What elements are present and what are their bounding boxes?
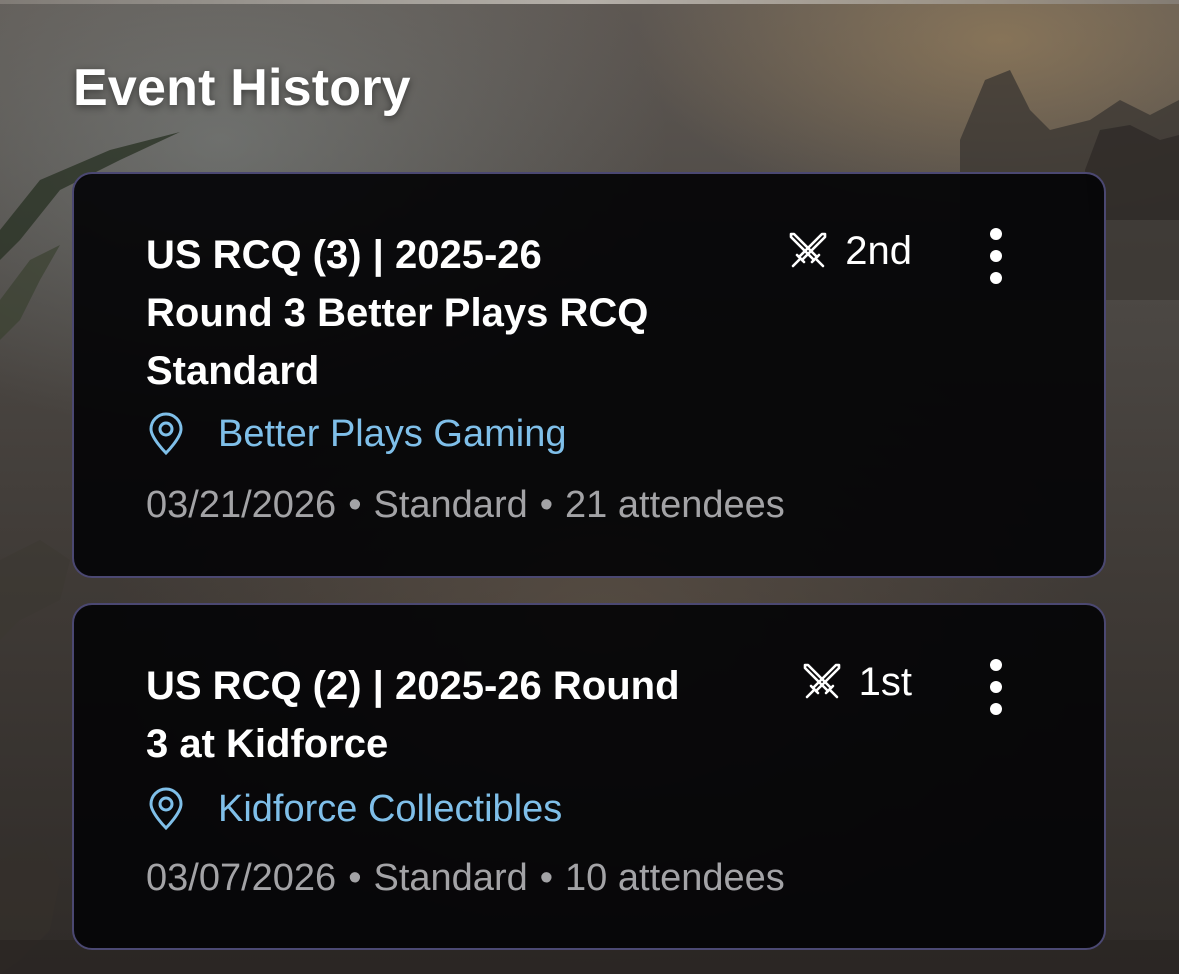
- event-card[interactable]: US RCQ (3) | 2025-26 Round 3 Better Play…: [72, 172, 1106, 578]
- event-date: 03/21/2026: [146, 484, 337, 526]
- page-title: Event History: [73, 59, 411, 117]
- meta-separator: •: [348, 857, 362, 899]
- venue-row[interactable]: Better Plays Gaming: [146, 412, 566, 456]
- event-title[interactable]: US RCQ (2) | 2025-26 Round 3 at Kidforce: [146, 657, 761, 773]
- meta-separator: •: [348, 484, 362, 526]
- event-meta: 03/07/2026 • Standard • 10 attendees: [146, 857, 785, 900]
- top-edge: [0, 0, 1179, 4]
- event-format: Standard: [373, 857, 528, 899]
- more-options-button[interactable]: [976, 655, 1016, 719]
- event-meta: 03/21/2026 • Standard • 21 attendees: [146, 484, 785, 527]
- event-attendees: 10 attendees: [565, 857, 785, 899]
- event-title-line: US RCQ (3) | 2025-26: [146, 233, 542, 277]
- placement-label: 2nd: [845, 228, 912, 273]
- venue-row[interactable]: Kidforce Collectibles: [146, 787, 562, 831]
- vertical-ellipsis-icon: [990, 228, 1002, 284]
- event-title[interactable]: US RCQ (3) | 2025-26 Round 3 Better Play…: [146, 226, 706, 400]
- venue-link[interactable]: Kidforce Collectibles: [218, 788, 562, 831]
- event-title-line: 3 at Kidforce: [146, 722, 389, 766]
- crossed-swords-icon: [803, 663, 840, 699]
- placement-label: 1st: [858, 659, 912, 704]
- placement-badge: 2nd: [787, 226, 912, 276]
- placement-badge: 1st: [801, 657, 912, 707]
- venue-link[interactable]: Better Plays Gaming: [218, 413, 566, 456]
- event-date: 03/07/2026: [146, 857, 337, 899]
- crossed-swords-icon: [789, 232, 827, 268]
- meta-separator: •: [539, 484, 554, 526]
- event-title-line: Round 3 Better Plays RCQ: [146, 291, 649, 335]
- vertical-ellipsis-icon: [990, 659, 1002, 715]
- event-format: Standard: [373, 484, 528, 526]
- event-attendees: 21 attendees: [565, 484, 785, 526]
- meta-separator: •: [539, 857, 554, 899]
- event-card[interactable]: US RCQ (2) | 2025-26 Round 3 at Kidforce…: [72, 603, 1106, 950]
- event-title-line: Standard: [146, 349, 320, 393]
- more-options-button[interactable]: [976, 224, 1016, 288]
- map-pin-icon: [149, 412, 183, 456]
- map-pin-icon: [149, 787, 183, 831]
- event-title-line: US RCQ (2) | 2025-26 Round: [146, 664, 680, 708]
